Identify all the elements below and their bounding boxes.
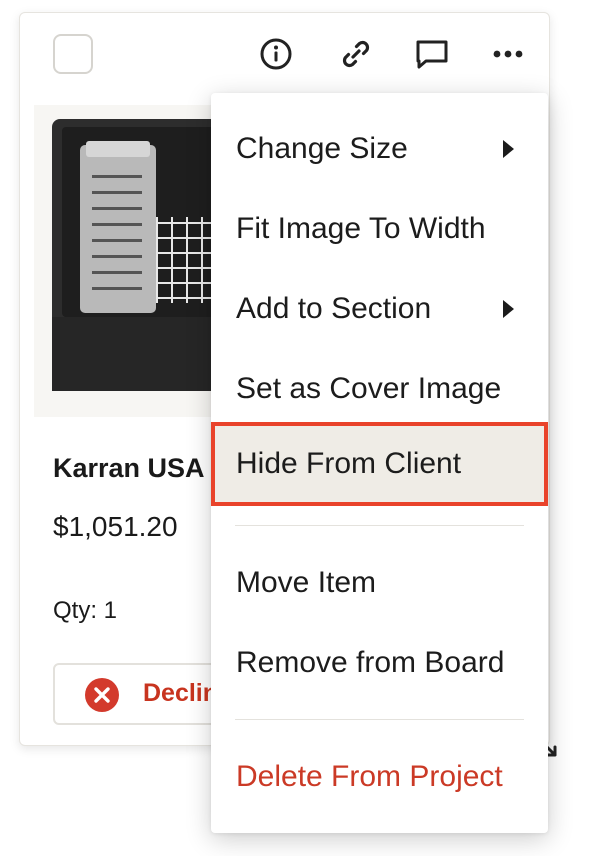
link-icon[interactable]	[336, 35, 376, 73]
menu-item-add-to-section[interactable]: Add to Section	[211, 269, 548, 349]
menu-item-delete-from-project[interactable]: Delete From Project	[211, 737, 548, 817]
item-context-menu: Change Size Fit Image To Width Add to Se…	[211, 93, 548, 833]
menu-item-label: Hide From Client	[236, 447, 462, 480]
submenu-arrow-icon	[503, 140, 514, 158]
menu-item-label: Set as Cover Image	[236, 372, 502, 405]
info-icon[interactable]	[256, 35, 296, 73]
menu-item-label: Add to Section	[236, 292, 432, 325]
menu-item-set-cover[interactable]: Set as Cover Image	[211, 349, 548, 429]
menu-item-hide-from-client[interactable]: Hide From Client	[211, 424, 548, 504]
select-checkbox[interactable]	[53, 34, 93, 74]
product-quantity: Qty: 1	[53, 597, 118, 624]
menu-item-label: Delete From Project	[236, 760, 503, 793]
menu-divider	[235, 525, 524, 526]
menu-item-fit-image[interactable]: Fit Image To Width	[211, 189, 548, 269]
close-circle-icon	[85, 678, 119, 712]
menu-item-change-size[interactable]: Change Size	[211, 109, 548, 189]
more-icon[interactable]	[488, 35, 528, 73]
menu-item-label: Change Size	[236, 132, 408, 165]
menu-item-label: Move Item	[236, 566, 377, 599]
menu-item-remove-from-board[interactable]: Remove from Board	[211, 623, 548, 703]
comment-icon[interactable]	[412, 35, 452, 73]
submenu-arrow-icon	[503, 300, 514, 318]
menu-divider	[235, 719, 524, 720]
menu-item-label: Fit Image To Width	[236, 212, 486, 245]
menu-item-label: Remove from Board	[236, 646, 505, 679]
product-name: Karran USA	[53, 453, 205, 483]
menu-item-move-item[interactable]: Move Item	[211, 543, 548, 623]
product-price: $1,051.20	[53, 511, 178, 542]
